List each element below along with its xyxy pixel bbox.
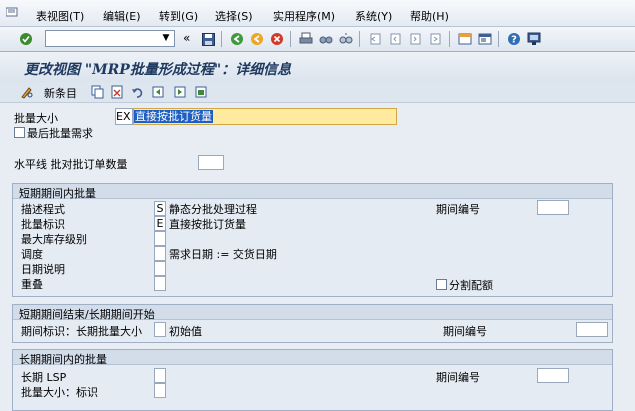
period-number-input[interactable] — [537, 200, 569, 215]
copy-icon[interactable] — [91, 85, 105, 102]
horizon-label: 水平线 批对批订单数量 — [14, 158, 128, 171]
description-program-text: 静态分批处理过程 — [169, 203, 257, 216]
period-number-input-3[interactable] — [537, 368, 569, 383]
last-lot-requirement-label: 最后批量需求 — [27, 127, 93, 140]
lot-size-description-field: 直接按批订货量 — [133, 108, 397, 125]
previous-entry-icon[interactable] — [151, 85, 165, 102]
first-page-icon[interactable] — [367, 31, 383, 47]
menu-bar: 表视图(T) 编辑(E) 转到(G) 选择(S) 实用程序(M) 系统(Y) 帮… — [0, 0, 635, 27]
short-term-group: 短期期间内批量 描述程式 S 静态分批处理过程 批量标识 E 直接按批订货量 最… — [12, 183, 613, 297]
long-term-group-header: 长期期间内的批量 — [13, 350, 612, 366]
short-term-group-title: 短期期间内批量 — [19, 187, 96, 200]
delete-icon[interactable] — [110, 85, 124, 102]
next-page-icon[interactable] — [407, 31, 423, 47]
period-number-input-2[interactable] — [576, 322, 608, 337]
menu-indicator-icon — [5, 7, 18, 17]
scheduling-field[interactable] — [154, 246, 166, 261]
period-number-label: 期间编号 — [436, 203, 480, 216]
date-spec-field[interactable] — [154, 261, 166, 276]
customize-layout-icon[interactable] — [526, 31, 542, 47]
cancel-icon[interactable] — [269, 31, 285, 47]
find-icon[interactable] — [318, 31, 334, 47]
menu-table-view[interactable]: 表视图(T) — [36, 8, 84, 24]
command-field[interactable] — [45, 30, 175, 47]
split-quota-checkbox[interactable] — [436, 279, 447, 290]
overlap-field[interactable] — [154, 276, 166, 291]
scheduling-label: 调度 — [21, 248, 43, 261]
page-title: 更改视图 "MRP批量形成过程"：详细信息 — [24, 62, 292, 78]
menu-edit[interactable]: 编辑(E) — [103, 8, 141, 24]
lot-size-code-field[interactable]: EX — [115, 108, 133, 125]
long-term-lsp-label: 长期 LSP — [21, 371, 67, 384]
other-entry-icon[interactable] — [194, 85, 208, 102]
split-quota-label: 分割配额 — [449, 279, 493, 292]
end-short-term-group-header: 短期期间结束/长期期间开始 — [13, 305, 612, 321]
end-short-term-group-title: 短期期间结束/长期期间开始 — [19, 308, 155, 321]
menu-help[interactable]: 帮助(H) — [410, 8, 449, 24]
long-term-group-title: 长期期间内的批量 — [19, 353, 107, 366]
period-number-label-2: 期间编号 — [443, 325, 487, 338]
max-stock-level-field[interactable] — [154, 231, 166, 246]
date-spec-label: 日期说明 — [21, 263, 65, 276]
new-entries-button[interactable]: 新条目 — [44, 85, 77, 101]
help-icon[interactable]: ? — [506, 31, 522, 47]
lot-size-label: 批量大小 — [14, 112, 58, 125]
title-bar: 更改视图 "MRP批量形成过程"：详细信息 — [0, 52, 635, 82]
svg-text:?: ? — [511, 35, 517, 46]
menu-goto[interactable]: 转到(G) — [159, 8, 198, 24]
undo-icon[interactable] — [131, 85, 145, 102]
lot-indicator-label: 批量标识 — [21, 218, 65, 231]
period-indicator-field[interactable] — [154, 322, 166, 337]
end-short-term-group: 短期期间结束/长期期间开始 期间标识：长期批量大小 初始值 期间编号 — [12, 304, 613, 343]
print-icon[interactable] — [298, 31, 314, 47]
last-page-icon[interactable] — [427, 31, 443, 47]
find-next-icon[interactable] — [338, 31, 354, 47]
prev-page-icon[interactable] — [387, 31, 403, 47]
enter-check-icon[interactable] — [18, 31, 34, 47]
horizon-input[interactable] — [198, 155, 224, 170]
save-icon[interactable] — [200, 31, 216, 47]
lot-size-indicator-field[interactable] — [154, 383, 166, 398]
lot-size-description-text: 直接按批订货量 — [134, 110, 213, 123]
lot-indicator-text: 直接按批订货量 — [169, 218, 246, 231]
period-indicator-label: 期间标识：长期批量大小 — [21, 325, 142, 338]
overlap-label: 重叠 — [21, 278, 43, 291]
period-number-label-3: 期间编号 — [436, 371, 480, 384]
max-stock-level-label: 最大库存级别 — [21, 233, 87, 246]
initial-value-text: 初始值 — [169, 325, 202, 338]
new-session-icon[interactable] — [457, 31, 473, 47]
chevron-down-icon[interactable]: ▼ — [160, 31, 172, 45]
last-lot-requirement-checkbox[interactable] — [14, 127, 25, 138]
standard-toolbar: ▼ « ? — [0, 27, 635, 52]
description-program-label: 描述程式 — [21, 203, 65, 216]
long-term-group: 长期期间内的批量 长期 LSP 批量大小：标识 期间编号 — [12, 349, 613, 411]
short-term-group-header: 短期期间内批量 — [13, 184, 612, 200]
exit-icon[interactable] — [249, 31, 265, 47]
pencil-glasses-icon[interactable] — [20, 85, 34, 99]
shortcut-icon[interactable] — [477, 31, 493, 47]
menu-system[interactable]: 系统(Y) — [355, 8, 392, 24]
description-program-field[interactable]: S — [154, 201, 166, 216]
application-toolbar: 新条目 — [0, 82, 635, 103]
next-entry-icon[interactable] — [173, 85, 187, 102]
menu-utilities[interactable]: 实用程序(M) — [273, 8, 335, 24]
long-term-lsp-field[interactable] — [154, 368, 166, 383]
back-icon[interactable] — [229, 31, 245, 47]
scheduling-text: 需求日期 := 交货日期 — [169, 248, 277, 261]
double-arrow-icon[interactable]: « — [183, 31, 190, 45]
lot-size-indicator-label: 批量大小：标识 — [21, 386, 98, 399]
lot-indicator-field[interactable]: E — [154, 216, 166, 231]
menu-select[interactable]: 选择(S) — [215, 8, 253, 24]
